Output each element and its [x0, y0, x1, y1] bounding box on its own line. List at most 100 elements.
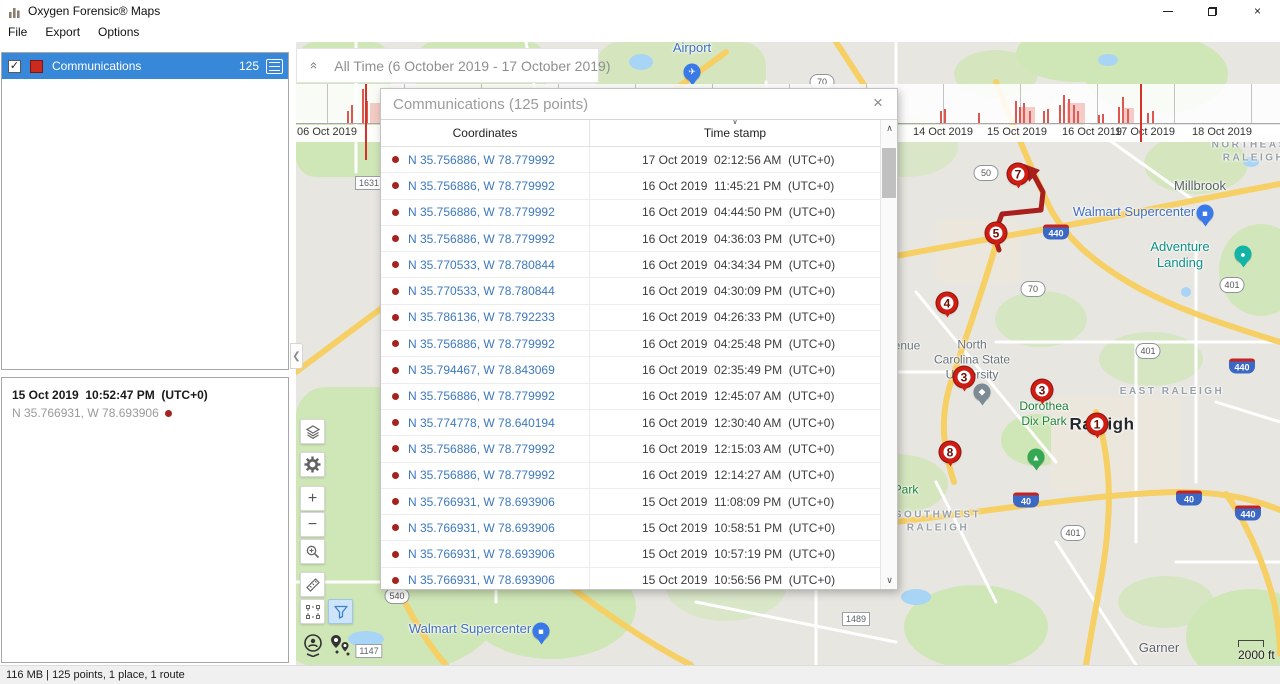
- marker-number: 8: [944, 446, 957, 459]
- collapse-timeline-icon[interactable]: «: [307, 62, 322, 69]
- coordinate-link[interactable]: N 35.766931, W 78.693906: [408, 521, 555, 535]
- measure-button[interactable]: [300, 572, 325, 597]
- coordinate-cell: N 35.794467, W 78.843069: [381, 357, 589, 382]
- map-marker-3[interactable]: 3: [954, 367, 975, 388]
- sidebar-collapse-handle[interactable]: ❮: [290, 343, 303, 369]
- timestamp-cell: 15 Oct 2019 11:08:09 PM (UTC+0): [589, 489, 880, 514]
- table-row[interactable]: N 35.756886, W 78.77999216 Oct 2019 04:4…: [381, 200, 880, 226]
- histogram-spike: [1063, 95, 1065, 123]
- table-row[interactable]: N 35.756886, W 78.779992 16 Oct 2019 12:1…: [381, 436, 880, 462]
- coordinate-link[interactable]: N 35.756886, W 78.779992: [408, 232, 555, 246]
- time-range-bar[interactable]: « All Time (6 October 2019 - 17 October …: [296, 48, 599, 83]
- popup-title: Communications (125 points): [393, 96, 588, 113]
- map-marker-5[interactable]: 5: [986, 223, 1007, 244]
- table-row[interactable]: N 35.766931, W 78.69390615 Oct 2019 10:5…: [381, 568, 880, 589]
- close-button[interactable]: ×: [1235, 0, 1280, 22]
- map-marker-7[interactable]: 7: [1008, 164, 1029, 185]
- timeline-gridline: [327, 84, 328, 123]
- coordinate-link[interactable]: N 35.786136, W 78.792233: [408, 310, 555, 324]
- layer-row-communications[interactable]: ✓ Communications 125: [2, 53, 288, 79]
- restore-button[interactable]: [1190, 0, 1235, 22]
- table-row[interactable]: N 35.756886, W 78.77999216 Oct 2019 04:2…: [381, 331, 880, 357]
- coordinate-link[interactable]: N 35.770533, W 78.780844: [408, 284, 555, 298]
- timestamp-cell: 16 Oct 2019 12:15:03 AM (UTC+0): [589, 436, 880, 461]
- coordinate-link[interactable]: N 35.756886, W 78.779992: [408, 205, 555, 219]
- column-header-timestamp[interactable]: ∨Time stamp: [589, 120, 880, 146]
- timestamp-cell: 15 Oct 2019 10:57:19 PM (UTC+0): [589, 541, 880, 566]
- zoom-area-button[interactable]: [300, 539, 325, 564]
- coordinate-link[interactable]: N 35.756886, W 78.779992: [408, 389, 555, 403]
- coordinate-cell: N 35.756886, W 78.779992: [381, 436, 589, 461]
- coordinate-cell: N 35.756886, W 78.779992: [381, 226, 589, 251]
- map-marker-8[interactable]: 8: [940, 442, 961, 463]
- timestamp-cell: 16 Oct 2019 04:36:03 PM (UTC+0): [589, 226, 880, 251]
- table-row[interactable]: N 35.756886, W 78.77999216 Oct 2019 12:4…: [381, 384, 880, 410]
- table-row[interactable]: N 35.770533, W 78.78084416 Oct 2019 04:3…: [381, 278, 880, 304]
- table-row[interactable]: N 35.756886, W 78.77999217 Oct 2019 02:1…: [381, 147, 880, 173]
- coordinate-link[interactable]: N 35.766931, W 78.693906: [408, 573, 555, 587]
- map-marker-3[interactable]: 3: [1032, 380, 1053, 401]
- settings-button[interactable]: [300, 452, 325, 477]
- point-bullet-icon: [392, 445, 399, 452]
- layer-list-icon[interactable]: [266, 59, 283, 74]
- filter-button[interactable]: [328, 599, 353, 624]
- histogram-spike: [1015, 101, 1017, 123]
- zoom-in-button[interactable]: +: [300, 486, 325, 511]
- coordinate-link[interactable]: N 35.774778, W 78.640194: [408, 416, 555, 430]
- menu-bar: FileExportOptions: [0, 22, 1280, 42]
- histogram-spike: [1147, 113, 1149, 123]
- table-row[interactable]: N 35.770533, W 78.78084416 Oct 2019 04:3…: [381, 252, 880, 278]
- coordinate-link[interactable]: N 35.756886, W 78.779992: [408, 153, 555, 167]
- map-marker-1[interactable]: 1: [1087, 414, 1108, 435]
- table-row[interactable]: N 35.756886, W 78.77999216 Oct 2019 12:1…: [381, 463, 880, 489]
- coordinate-cell: N 35.786136, W 78.792233: [381, 305, 589, 330]
- minus-icon: −: [308, 516, 317, 534]
- coordinate-link[interactable]: N 35.766931, W 78.693906: [408, 547, 555, 561]
- main-area: ✓ Communications 125 15 Oct 2019 10:52:4…: [0, 42, 1280, 665]
- menu-export[interactable]: Export: [36, 23, 89, 41]
- point-bullet-icon: [392, 419, 399, 426]
- select-region-button[interactable]: [300, 599, 325, 624]
- histogram-spike: [1043, 111, 1045, 123]
- coordinate-link[interactable]: N 35.756886, W 78.779992: [408, 468, 555, 482]
- popup-header[interactable]: Communications (125 points) ×: [381, 89, 897, 119]
- coordinate-link[interactable]: N 35.756886, W 78.779992: [408, 179, 555, 193]
- table-row[interactable]: N 35.766931, W 78.69390615 Oct 2019 10:5…: [381, 515, 880, 541]
- histogram-spike: [1118, 107, 1120, 123]
- coordinate-link[interactable]: N 35.756886, W 78.779992: [408, 442, 555, 456]
- menu-file[interactable]: File: [0, 23, 36, 41]
- coordinate-link[interactable]: N 35.766931, W 78.693906: [408, 495, 555, 509]
- layers-button[interactable]: [300, 419, 325, 444]
- map-marker-4[interactable]: 4: [937, 293, 958, 314]
- timeline-date-label: 16 Oct 2019: [1062, 126, 1122, 138]
- table-row[interactable]: N 35.766931, W 78.693906 15 Oct 2019 11:0…: [381, 489, 880, 515]
- zoom-out-button[interactable]: −: [300, 512, 325, 537]
- popup-close-button[interactable]: ×: [867, 92, 889, 114]
- table-row[interactable]: N 35.774778, W 78.64019416 Oct 2019 12:3…: [381, 410, 880, 436]
- coordinate-link[interactable]: N 35.794467, W 78.843069: [408, 363, 555, 377]
- point-bullet-icon: [392, 235, 399, 242]
- scroll-up-icon[interactable]: ∧: [881, 120, 897, 137]
- column-header-coordinates[interactable]: Coordinates: [381, 120, 589, 146]
- coordinate-link[interactable]: N 35.756886, W 78.779992: [408, 337, 555, 351]
- table-row[interactable]: N 35.756886, W 78.779992 16 Oct 2019 04:3…: [381, 226, 880, 252]
- coordinate-link[interactable]: N 35.770533, W 78.780844: [408, 258, 555, 272]
- selection-rectangle-icon: [305, 604, 321, 620]
- table-row[interactable]: N 35.766931, W 78.693906 15 Oct 2019 10:5…: [381, 541, 880, 567]
- layer-checkbox[interactable]: ✓: [8, 60, 21, 73]
- show-points-button[interactable]: [327, 632, 352, 657]
- marker-number: 1: [1091, 418, 1104, 431]
- show-places-button[interactable]: [300, 632, 325, 657]
- scrollbar-thumb[interactable]: [882, 148, 896, 198]
- point-bullet-icon: [392, 367, 399, 374]
- table-row[interactable]: N 35.794467, W 78.84306916 Oct 2019 02:3…: [381, 357, 880, 383]
- minimize-button[interactable]: [1145, 0, 1190, 22]
- table-row[interactable]: N 35.786136, W 78.79223316 Oct 2019 04:2…: [381, 305, 880, 331]
- point-bullet-icon: [392, 314, 399, 321]
- table-scrollbar[interactable]: ∧ ∨: [880, 120, 897, 589]
- scroll-down-icon[interactable]: ∨: [881, 572, 897, 589]
- table-row[interactable]: N 35.756886, W 78.77999216 Oct 2019 11:4…: [381, 173, 880, 199]
- person-place-icon: [302, 633, 324, 657]
- menu-options[interactable]: Options: [89, 23, 148, 41]
- marker-number: 3: [958, 371, 971, 384]
